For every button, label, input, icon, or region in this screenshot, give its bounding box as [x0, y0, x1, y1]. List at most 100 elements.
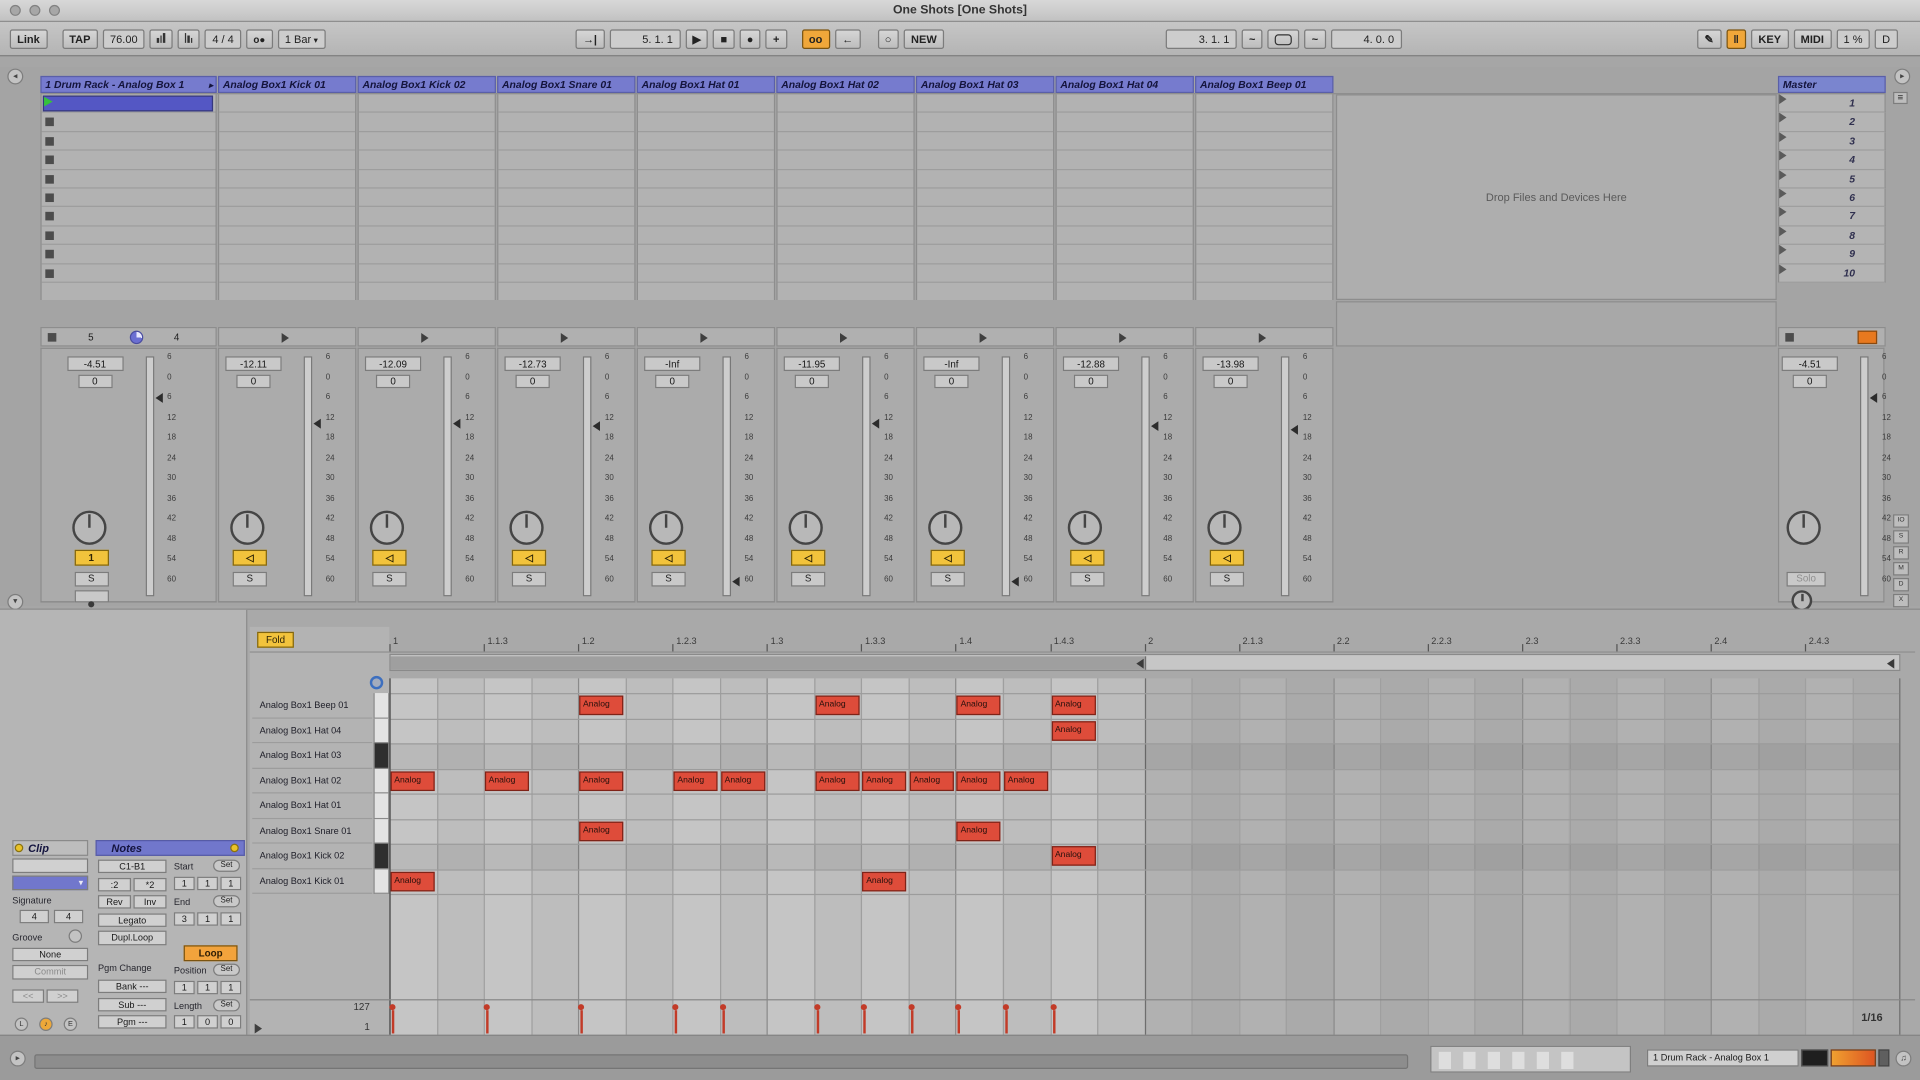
track-header[interactable]: Analog Box1 Hat 01	[637, 76, 775, 93]
velocity-stem[interactable]	[1005, 1010, 1007, 1033]
loop-toggle-button[interactable]: Loop	[184, 945, 238, 961]
show-sends-button[interactable]: S	[1893, 530, 1909, 543]
pan-knob[interactable]	[1068, 511, 1102, 545]
solo-button[interactable]: S	[233, 572, 267, 587]
loop-switch-button[interactable]	[1268, 29, 1300, 49]
clip-slot[interactable]	[778, 132, 914, 151]
scene-play-icon[interactable]	[1779, 151, 1786, 161]
velocity-dot[interactable]	[720, 1004, 726, 1010]
show-track-delay-button[interactable]: D	[1893, 578, 1909, 591]
track-activator-button[interactable]: 1	[74, 550, 108, 566]
fader-handle[interactable]	[1870, 394, 1877, 404]
fader-handle[interactable]	[453, 419, 460, 429]
scene-play-icon[interactable]	[1779, 170, 1786, 180]
reverse-button[interactable]: Rev	[98, 895, 131, 908]
sub-bank-select-field[interactable]: Sub ---	[98, 998, 167, 1011]
clip-stop-button[interactable]	[45, 175, 54, 184]
show-returns-button[interactable]: R	[1893, 546, 1909, 559]
clip-slot[interactable]	[498, 170, 634, 189]
follow-button[interactable]: →|	[576, 29, 605, 49]
row-label[interactable]: Analog Box1 Hat 04	[252, 718, 372, 743]
pan-display[interactable]: 0	[376, 375, 410, 388]
track-header[interactable]: Analog Box1 Hat 03	[916, 76, 1054, 93]
hide-right-panel-toggle[interactable]: ▸	[1894, 69, 1910, 85]
fader-handle[interactable]	[593, 421, 600, 431]
pan-knob[interactable]	[509, 511, 543, 545]
volume-display[interactable]: -Inf	[923, 356, 979, 371]
clip-slot[interactable]	[359, 151, 495, 170]
length-sixteenth-field[interactable]: 0	[220, 1015, 241, 1028]
length-set-button[interactable]: Set	[213, 999, 240, 1011]
track-activator-button[interactable]: ◁	[512, 550, 546, 566]
clip-slot[interactable]	[42, 226, 216, 245]
loop-end-handle[interactable]	[1136, 659, 1143, 669]
show-io-button[interactable]: IO	[1893, 514, 1909, 527]
row-label[interactable]: Analog Box1 Kick 01	[252, 869, 372, 894]
fader-handle[interactable]	[1151, 422, 1158, 432]
track-header[interactable]: Analog Box1 Kick 02	[358, 76, 496, 93]
volume-display[interactable]: -4.51	[1782, 356, 1838, 371]
note-block[interactable]: Analog	[910, 771, 954, 791]
session-record-button[interactable]: ○	[877, 29, 898, 49]
piano-key[interactable]	[373, 793, 389, 818]
clip-color-chooser[interactable]: ▾	[12, 876, 88, 891]
row-label[interactable]: Analog Box1 Kick 02	[252, 844, 372, 869]
length-beat-field[interactable]: 0	[197, 1015, 218, 1028]
scene-play-icon[interactable]	[1779, 226, 1786, 236]
clip-slot[interactable]	[1196, 207, 1332, 226]
clip-slot[interactable]	[917, 189, 1053, 208]
note-block[interactable]: Analog	[721, 771, 765, 791]
clip-slot[interactable]	[359, 189, 495, 208]
draw-mode-button[interactable]: ✎	[1697, 29, 1721, 49]
double-time-button[interactable]: *2	[133, 878, 166, 891]
clip-slot[interactable]	[638, 207, 774, 226]
scene-row[interactable]: 3	[1778, 132, 1886, 151]
unfold-track-icon[interactable]: ▸	[209, 80, 213, 93]
clip-slot[interactable]	[42, 151, 216, 170]
note-block[interactable]: Analog	[579, 771, 623, 791]
velocity-stem[interactable]	[581, 1010, 583, 1033]
clip-slot[interactable]	[359, 226, 495, 245]
position-set-button[interactable]: Set	[213, 964, 240, 976]
clip-slot[interactable]	[1057, 245, 1193, 264]
arm-button[interactable]	[74, 590, 108, 602]
clip-slot[interactable]	[219, 113, 355, 132]
scene-row[interactable]: 1	[1778, 94, 1886, 113]
fader-handle[interactable]	[155, 394, 162, 404]
clip-slot[interactable]	[498, 132, 634, 151]
clip-name-field[interactable]	[12, 858, 88, 873]
notification-bell-icon[interactable]: ♫	[1896, 1051, 1912, 1067]
pan-display[interactable]: 0	[655, 375, 689, 388]
clip-slot[interactable]	[1057, 264, 1193, 283]
clip-stop-button[interactable]	[45, 156, 54, 165]
clip-slot[interactable]	[359, 245, 495, 264]
signature-denominator-field[interactable]: 4	[54, 910, 83, 923]
velocity-stem[interactable]	[911, 1010, 913, 1033]
clip-slot[interactable]	[42, 245, 216, 264]
clip-slot[interactable]	[638, 132, 774, 151]
velocity-stem[interactable]	[486, 1010, 488, 1033]
position-bar-field[interactable]: 1	[174, 981, 195, 994]
scene-play-icon[interactable]	[1779, 207, 1786, 217]
clip-slot[interactable]	[1057, 151, 1193, 170]
volume-display[interactable]: -12.09	[365, 356, 421, 371]
track-header[interactable]: Analog Box1 Kick 01	[218, 76, 356, 93]
end-sixteenth-field[interactable]: 1	[220, 912, 241, 925]
fader-handle[interactable]	[1011, 577, 1018, 587]
piano-key[interactable]	[373, 819, 389, 844]
clip-slot[interactable]	[917, 207, 1053, 226]
note-block[interactable]: Analog	[957, 771, 1001, 791]
solo-button[interactable]: S	[512, 572, 546, 587]
scene-row[interactable]: 7	[1778, 207, 1886, 226]
note-block[interactable]: Analog	[391, 771, 435, 791]
clip-slot[interactable]	[778, 226, 914, 245]
track-activator-button[interactable]: ◁	[1210, 550, 1244, 566]
start-bar-field[interactable]: 1	[174, 877, 195, 890]
tap-tempo-button[interactable]: TAP	[62, 29, 98, 49]
clip-slot[interactable]	[1196, 226, 1332, 245]
clip-stop-all-button[interactable]	[48, 333, 57, 342]
nudge-forward-button[interactable]: >>	[47, 989, 79, 1002]
clip-slot[interactable]	[42, 132, 216, 151]
track-activator-button[interactable]: ◁	[372, 550, 406, 566]
fader-handle[interactable]	[732, 577, 739, 587]
